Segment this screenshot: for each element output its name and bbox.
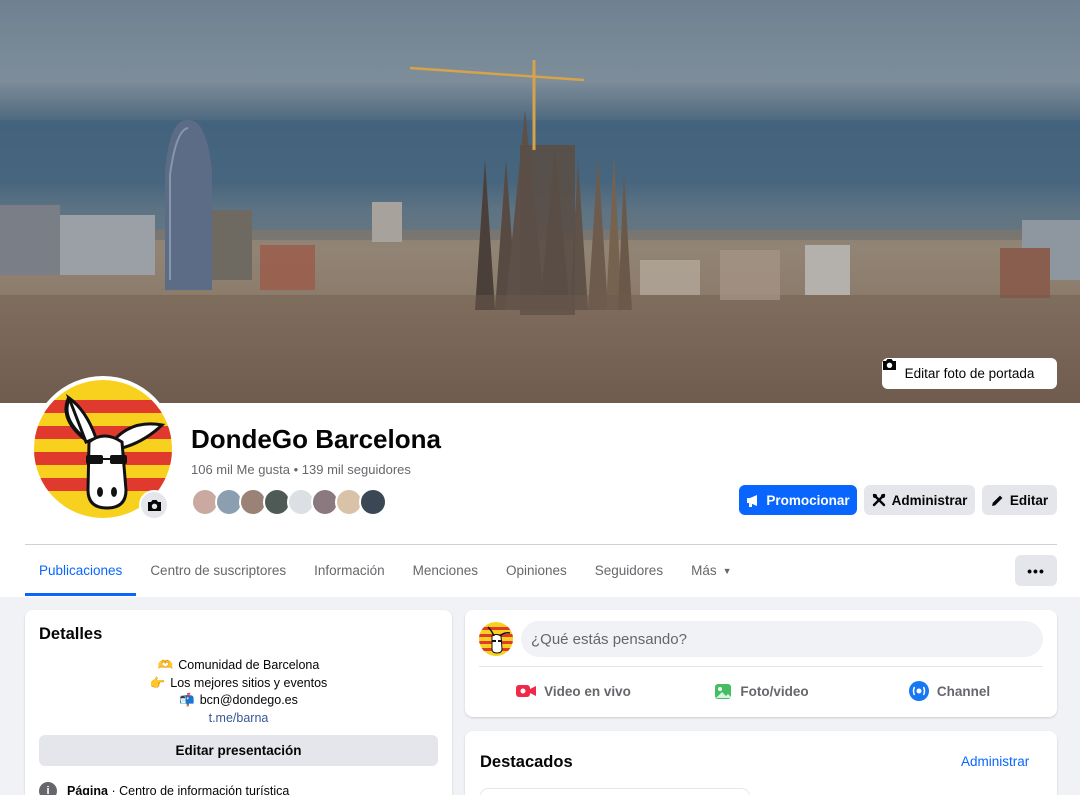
- tab-followers[interactable]: Seguidores: [581, 545, 677, 596]
- featured-card: Destacados Administrar: [465, 731, 1057, 795]
- page-category: i Página · Centro de información turísti…: [39, 782, 289, 795]
- tab-more[interactable]: Más ▼: [677, 545, 745, 596]
- tab-label: Más: [691, 563, 717, 578]
- bio-link[interactable]: t.me/barna: [209, 710, 269, 728]
- donkey-logo: [479, 622, 513, 656]
- tab-label: Seguidores: [594, 563, 664, 578]
- promote-button[interactable]: Promocionar: [739, 485, 857, 515]
- live-video-button[interactable]: Video en vivo: [479, 672, 667, 710]
- edit-button[interactable]: Editar: [982, 485, 1057, 515]
- manage-button[interactable]: Administrar: [864, 485, 975, 515]
- update-profile-picture-button[interactable]: [139, 490, 169, 520]
- edit-cover-button[interactable]: Editar foto de portada: [882, 358, 1057, 389]
- megaphone-icon: [747, 494, 758, 507]
- follower-avatar[interactable]: [359, 488, 387, 516]
- edit-cover-label: Editar foto de portada: [904, 366, 1035, 381]
- featured-manage-link[interactable]: Administrar: [961, 754, 1029, 769]
- tab-posts[interactable]: Publicaciones: [25, 545, 137, 596]
- cover-photo[interactable]: Editar foto de portada: [0, 0, 1080, 403]
- bio: 🫶 Comunidad de Barcelona 👉 Los mejores s…: [25, 657, 452, 727]
- photo-video-label: Foto/video: [740, 683, 809, 699]
- heart-hands-icon: 🫶: [157, 658, 174, 672]
- bio-line: 👉 Los mejores sitios y eventos: [25, 675, 452, 693]
- tab-label: Información: [314, 563, 385, 578]
- photo-video-button[interactable]: Foto/video: [667, 672, 855, 710]
- caret-down-icon: ▼: [722, 565, 732, 576]
- tab-label: Menciones: [412, 563, 478, 578]
- tab-info[interactable]: Información: [300, 545, 399, 596]
- channel-button[interactable]: Channel: [855, 672, 1043, 710]
- composer-divider: [479, 666, 1043, 667]
- tab-reviews[interactable]: Opiniones: [492, 545, 581, 596]
- bio-line: 🫶 Comunidad de Barcelona: [25, 657, 452, 675]
- channel-icon: [908, 681, 929, 701]
- camera-icon: [883, 359, 896, 370]
- live-video-label: Video en vivo: [544, 683, 631, 699]
- channel-label: Channel: [936, 683, 991, 699]
- info-icon: i: [39, 782, 57, 795]
- category-label: Página: [67, 784, 108, 795]
- post-composer: ¿Qué estás pensando? Video en vivo Foto/…: [465, 610, 1057, 717]
- featured-title: Destacados: [480, 753, 573, 771]
- page-title: DondeGo Barcelona: [191, 424, 441, 454]
- bio-text: Los mejores sitios y eventos: [170, 675, 328, 690]
- edit-intro-button[interactable]: Editar presentación: [39, 735, 438, 766]
- edit-label: Editar: [1009, 492, 1049, 508]
- mailbox-icon: 📬: [179, 693, 195, 707]
- featured-item[interactable]: [480, 788, 750, 795]
- bio-line: 📬 bcn@dondego.es: [25, 692, 452, 710]
- category-value: · Centro de información turística: [108, 784, 290, 795]
- composer-actions: Video en vivo Foto/video Channel: [479, 672, 1043, 710]
- tab-label: Opiniones: [505, 563, 567, 578]
- bio-email: bcn@dondego.es: [199, 693, 298, 707]
- bio-text: Comunidad de Barcelona: [178, 658, 320, 672]
- tab-label: Centro de suscriptores: [150, 563, 287, 578]
- tab-mentions[interactable]: Menciones: [399, 545, 492, 596]
- details-title: Detalles: [39, 625, 103, 643]
- composer-avatar[interactable]: [479, 622, 513, 656]
- tools-icon: [872, 493, 885, 507]
- cover-image: [0, 60, 1080, 403]
- composer-input[interactable]: ¿Qué estás pensando?: [521, 621, 1043, 657]
- promote-label: Promocionar: [766, 492, 850, 508]
- page-tabs: Publicaciones Centro de suscriptores Inf…: [25, 545, 746, 596]
- page-stats[interactable]: 106 mil Me gusta • 139 mil seguidores: [191, 462, 411, 477]
- manage-label: Administrar: [891, 492, 968, 508]
- live-video-icon: [516, 685, 537, 697]
- follower-avatars[interactable]: [191, 488, 387, 516]
- camera-icon: [147, 499, 161, 511]
- tab-subscribers-center[interactable]: Centro de suscriptores: [136, 545, 300, 596]
- photo-icon: [715, 684, 732, 699]
- more-options-button[interactable]: •••: [1015, 555, 1057, 586]
- tab-label: Publicaciones: [39, 563, 123, 578]
- bio-line: t.me/barna: [25, 710, 452, 728]
- pencil-icon: [991, 495, 1003, 506]
- pointing-hand-icon: 👉: [149, 675, 166, 690]
- details-card: Detalles 🫶 Comunidad de Barcelona 👉 Los …: [25, 610, 452, 795]
